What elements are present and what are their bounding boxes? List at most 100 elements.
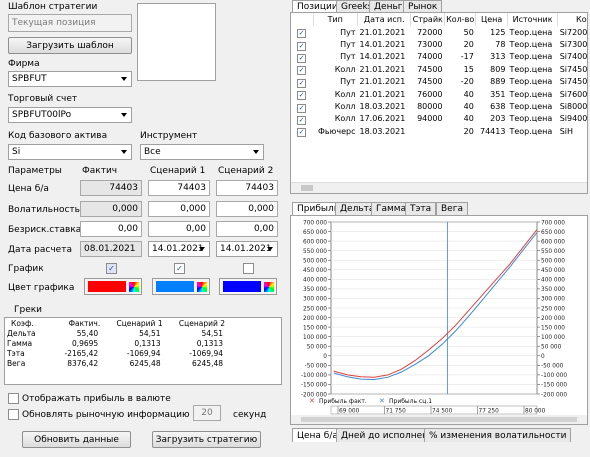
- y-tick-label-right: 600 000: [541, 239, 565, 245]
- position-checkbox[interactable]: ✓: [297, 91, 306, 101]
- chevron-down-icon: [199, 247, 205, 251]
- y-tick-label-right: 300 000: [541, 297, 565, 303]
- firm-select[interactable]: SPBFUT: [8, 71, 132, 87]
- refresh-data-button[interactable]: Обновить данные: [22, 431, 131, 448]
- rate-scenario1-field[interactable]: 0,00: [148, 221, 210, 237]
- rate-fact-field[interactable]: 0,00: [80, 221, 142, 237]
- color-scenario2-picker[interactable]: [219, 278, 277, 295]
- positions-cell: 351: [490, 89, 506, 99]
- positions-cell: 313: [490, 52, 506, 62]
- update-market-label: Обновлять рыночную информацию раз в: [22, 410, 217, 420]
- positions-cell: 20: [463, 126, 474, 136]
- y-tick-label-left: 650 000: [303, 230, 327, 236]
- rate-label: Безриск.ставка: [8, 225, 82, 235]
- positions-cell: 125: [490, 27, 506, 37]
- y-tick-label-right: 150 000: [541, 325, 565, 331]
- tab-market[interactable]: Рынок: [403, 0, 443, 12]
- y-tick-label-right: 350 000: [541, 287, 565, 293]
- scrollbar-thumb[interactable]: [301, 185, 313, 191]
- position-checkbox[interactable]: ✓: [297, 103, 306, 113]
- positions-cell: 73000: [417, 40, 443, 50]
- position-checkbox[interactable]: ✓: [297, 53, 306, 63]
- positions-cell: 21.01.2021: [359, 64, 406, 74]
- volatility-scenario1-field[interactable]: 0,000: [148, 201, 210, 217]
- load-strategy-button[interactable]: Загрузить стратегию: [152, 431, 261, 448]
- palette-icon: [264, 282, 274, 292]
- position-checkbox[interactable]: ✓: [297, 41, 306, 51]
- positions-header[interactable]: Цена: [475, 13, 508, 26]
- position-checkbox[interactable]: ✓: [297, 29, 306, 39]
- calc-date-scenario1-picker[interactable]: 14.01.2021: [148, 241, 210, 257]
- update-market-checkbox[interactable]: [8, 409, 19, 420]
- seconds-label: секунд: [233, 410, 267, 420]
- positions-header[interactable]: Источник: [507, 13, 559, 26]
- chart-scenario1-checkbox[interactable]: ✓: [174, 263, 185, 274]
- greeks-table-container: Коэф. Фактич. Сценарий 1 Сценарий 2 Дель…: [4, 317, 282, 385]
- positions-horizontal-scrollbar[interactable]: [291, 182, 587, 193]
- positions-row[interactable]: ✓ Колл 21.01.2021 74500 15 809 Теор.цена Si7450…: [291, 63, 587, 76]
- instrument-select[interactable]: Все: [140, 144, 264, 160]
- position-checkbox[interactable]: ✓: [297, 78, 306, 88]
- calc-date-fact-field: 08.01.2021: [80, 241, 142, 257]
- positions-row[interactable]: ✓ Фьючерс 18.03.2021 20 74413 Теор.цена SiH: [291, 125, 587, 138]
- positions-cell: Si76000BA: [559, 89, 588, 99]
- account-select[interactable]: SPBFUT00lPo: [8, 107, 132, 123]
- rate-scenario2-field[interactable]: 0,00: [216, 221, 278, 237]
- positions-cell: Теор.цена: [509, 27, 553, 37]
- positions-table: Тип Дата исп. Страйк Кол-во Цена Источни…: [291, 13, 588, 138]
- y-tick-label-left: -50 000: [305, 364, 328, 370]
- tab-vega[interactable]: Вега: [436, 202, 468, 215]
- volatility-fact-field: 0,000: [80, 201, 142, 217]
- positions-row[interactable]: ✓ Колл 18.03.2021 80000 40 638 Теор.цена Si8000…: [291, 100, 587, 113]
- greeks-header: Фактич.: [68, 318, 101, 328]
- calc-date-scenario2-picker[interactable]: 14.01.2021: [216, 241, 278, 257]
- positions-header[interactable]: Дата исп.: [357, 13, 412, 26]
- y-tick-label-right: 50 000: [541, 345, 562, 351]
- chart-scenario2-checkbox[interactable]: [243, 263, 254, 274]
- color-scenario1-picker[interactable]: [152, 278, 210, 295]
- chart-fact-checkbox[interactable]: ✓: [106, 263, 117, 274]
- y-tick-label-left: 400 000: [303, 278, 327, 284]
- positions-row[interactable]: ✓ Пут 21.01.2021 74500 -20 889 Теор.цена Si7450…: [291, 76, 587, 88]
- template-input[interactable]: Текущая позиция: [8, 14, 132, 32]
- tab-theta[interactable]: Тэта: [405, 202, 437, 215]
- load-template-button[interactable]: Загрузить шаблон: [8, 37, 132, 54]
- color-fact-picker[interactable]: [84, 278, 142, 295]
- position-checkbox[interactable]: ✓: [297, 66, 306, 76]
- positions-cell: Si72000BM: [559, 27, 588, 37]
- legend-marker: ✕: [309, 397, 315, 405]
- positions-row[interactable]: ✓ Колл 17.06.2021 94000 40 203 Теор.цена Si9400…: [291, 113, 587, 125]
- positions-cell: 74500: [417, 64, 443, 74]
- color-swatch: [156, 281, 194, 292]
- positions-row[interactable]: ✓ Пут14.01.2021 73000 20 78Теор.цена Si73000B…: [291, 38, 587, 51]
- positions-header[interactable]: Код: [557, 13, 587, 26]
- y-tick-label-left: 450 000: [303, 268, 327, 274]
- price-scenario1-field[interactable]: 74403: [148, 180, 210, 196]
- show-profit-currency-checkbox[interactable]: [8, 393, 19, 404]
- positions-row[interactable]: ✓ Колл 21.01.2021 76000 40 351 Теор.цена Si7600…: [291, 88, 588, 101]
- y-tick-label-right: 250 000: [541, 306, 565, 312]
- profit-chart[interactable]: 700 000 700 000 650 000 650 000 600 000 600 0…: [291, 216, 587, 424]
- positions-row[interactable]: ✓ Пут 14.01.2021 74000 -17 313 Теор.цена Si7400…: [291, 51, 587, 63]
- update-interval-input[interactable]: 20: [193, 405, 221, 421]
- positions-cell: -17: [460, 52, 474, 62]
- profit-chart-panel: 700 000 700 000 650 000 650 000 600 000 600 0…: [290, 215, 588, 425]
- position-checkbox[interactable]: ✓: [297, 128, 306, 138]
- positions-cell: Теор.цена: [509, 126, 553, 136]
- tab-volatility-change[interactable]: % изменения волатильности: [424, 428, 572, 442]
- base-asset-select[interactable]: Si: [8, 144, 132, 160]
- positions-cell: SiH: [559, 126, 574, 136]
- y-tick-label-right: 100 000: [541, 335, 565, 341]
- account-label: Торговый счет: [8, 94, 78, 104]
- positions-cell: 17.06.2021: [359, 114, 406, 124]
- positions-header[interactable]: Кол-во: [444, 13, 477, 26]
- positions-header[interactable]: Страйк: [410, 13, 446, 26]
- x-tick-label: 74 500: [432, 409, 453, 415]
- position-checkbox[interactable]: ✓: [297, 115, 306, 125]
- y-tick-label-right: 500 000: [541, 259, 565, 265]
- price-scenario2-field[interactable]: 74403: [216, 180, 278, 196]
- volatility-scenario2-field[interactable]: 0,000: [216, 201, 278, 217]
- base-asset-label: Код базового актива: [8, 131, 108, 141]
- positions-row[interactable]: ✓ Пут21.01.2021 72000 50 125Теор.цена Si72000…: [291, 26, 588, 39]
- positions-header[interactable]: Тип: [313, 13, 358, 26]
